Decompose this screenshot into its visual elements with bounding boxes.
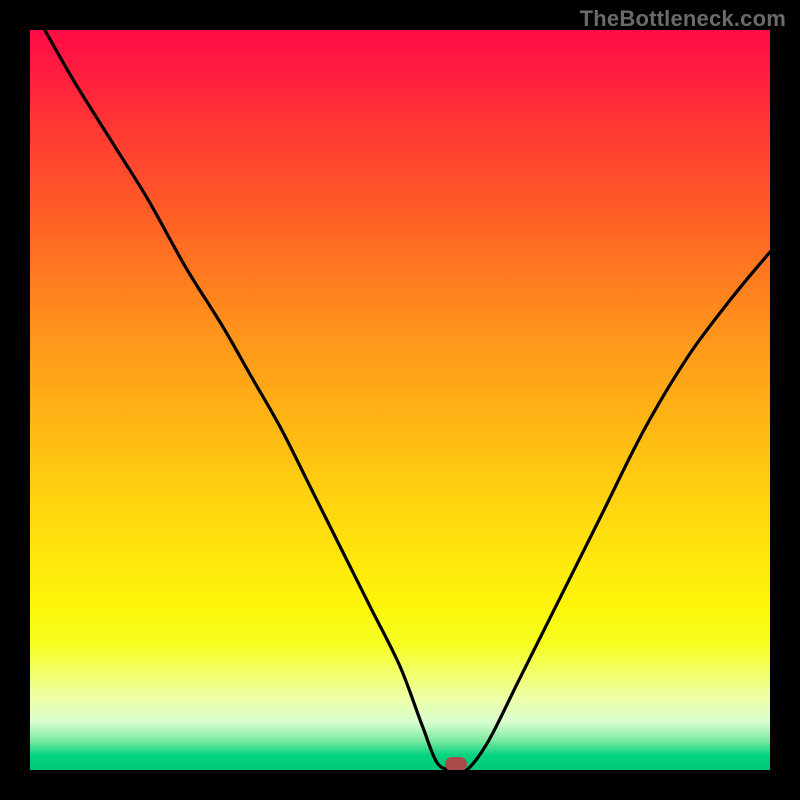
watermark-text: TheBottleneck.com (580, 6, 786, 32)
plot-area (30, 30, 770, 770)
chart-frame: TheBottleneck.com (0, 0, 800, 800)
bottleneck-curve (30, 30, 770, 770)
curve-path (45, 30, 770, 770)
optimum-marker (445, 757, 467, 770)
